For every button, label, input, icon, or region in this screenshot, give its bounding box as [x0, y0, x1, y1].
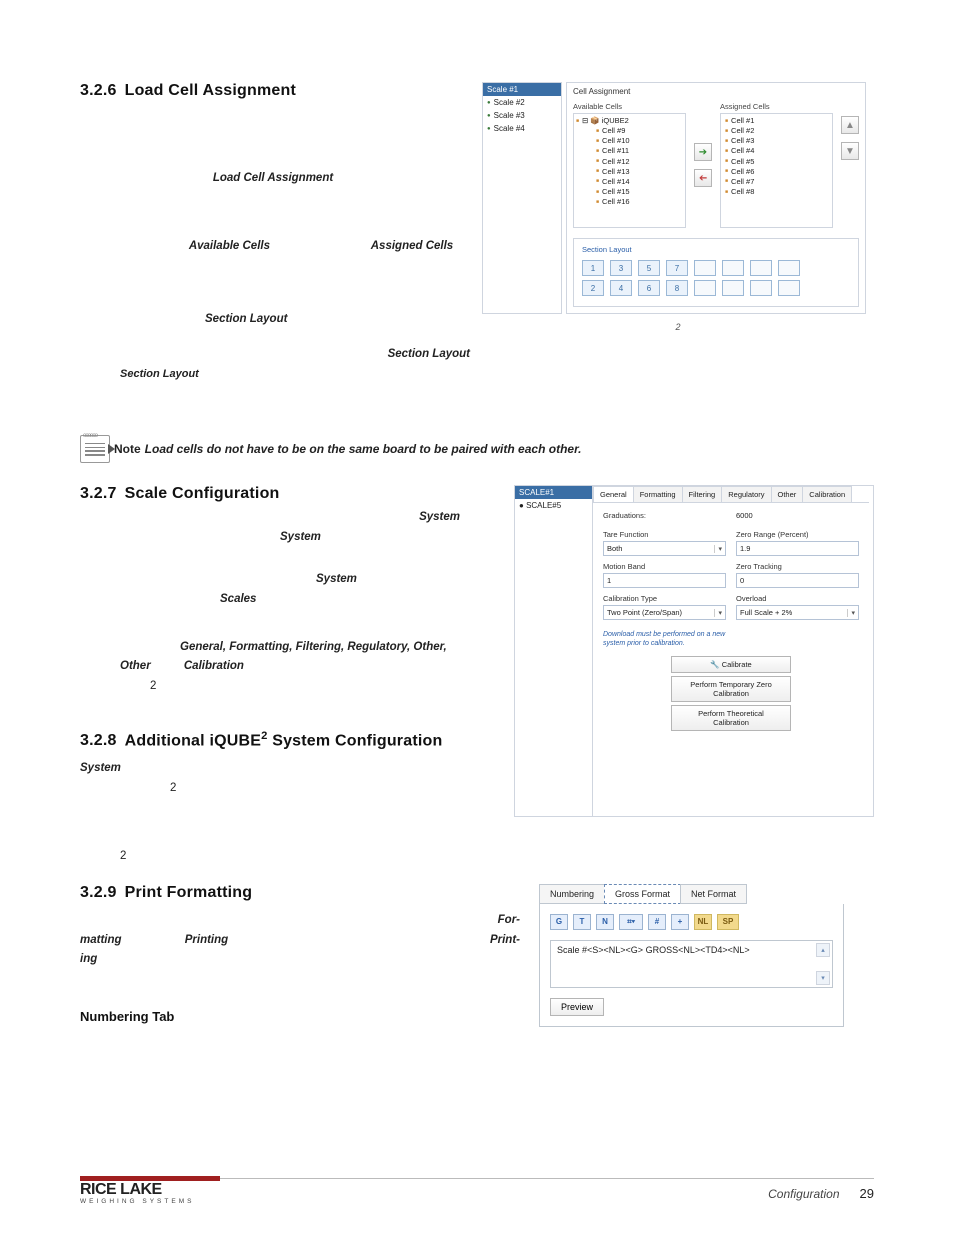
move-up-button[interactable]: ▲: [841, 116, 859, 134]
layout-cell[interactable]: [722, 280, 744, 296]
page-footer: RICE LAKE WEIGHING SYSTEMS Configuration…: [80, 1178, 874, 1205]
token-sp-button[interactable]: SP: [717, 914, 739, 930]
scroll-down-icon[interactable]: ▾: [816, 971, 830, 985]
tab-general[interactable]: General: [593, 486, 634, 502]
scale-item-hdr[interactable]: SCALE#1: [515, 486, 592, 499]
cell-assignment-panel: Cell Assignment Available Cells ⊟ 📦 iQUB…: [566, 82, 866, 314]
scale-item-hdr[interactable]: Scale #1: [483, 83, 561, 96]
available-cells-list[interactable]: ⊟ 📦 iQUBE2 Cell #9 Cell #10 Cell #11 Cel…: [573, 113, 686, 228]
layout-cell[interactable]: 3: [610, 260, 632, 276]
assigned-cells-list[interactable]: Cell #1 Cell #2 Cell #3 Cell #4 Cell #5 …: [720, 113, 833, 228]
move-down-button[interactable]: ▼: [841, 142, 859, 160]
tab-calibration[interactable]: Calibration: [802, 486, 852, 502]
scale-config-panel: SCALE#1 ● SCALE#5 General Formatting Fil…: [514, 485, 874, 817]
tab-net-format[interactable]: Net Format: [680, 884, 747, 904]
scale-item[interactable]: Scale #3: [483, 109, 561, 122]
layout-cell[interactable]: [750, 280, 772, 296]
ztrack-input[interactable]: 0: [736, 573, 859, 588]
caltype-select[interactable]: Two Point (Zero/Span): [603, 605, 726, 620]
tab-formatting[interactable]: Formatting: [633, 486, 683, 502]
layout-cell[interactable]: 4: [610, 280, 632, 296]
token-g-button[interactable]: G: [550, 914, 568, 930]
format-textarea[interactable]: Scale #<S><NL><G> GROSS<NL><TD4><NL> ▴ ▾: [550, 940, 833, 988]
available-cells-label: Available Cells: [573, 102, 686, 111]
layout-cell[interactable]: 5: [638, 260, 660, 276]
layout-cell[interactable]: 2: [582, 280, 604, 296]
layout-cell[interactable]: 1: [582, 260, 604, 276]
token-n-button[interactable]: N: [596, 914, 614, 930]
layout-cell[interactable]: 6: [638, 280, 660, 296]
assigned-cells-label: Assigned Cells: [720, 102, 833, 111]
section-layout-box: Section Layout 1 3 5 7 2: [573, 238, 859, 307]
tab-regulatory[interactable]: Regulatory: [721, 486, 771, 502]
panel-title: Cell Assignment: [573, 87, 859, 96]
figure-caption: 2: [482, 322, 874, 332]
layout-cell[interactable]: [750, 260, 772, 276]
calibrate-button[interactable]: 🔧 Calibrate: [671, 656, 791, 673]
token-t-button[interactable]: T: [573, 914, 591, 930]
note-row: oooooo Note Load cells do not have to be…: [80, 435, 874, 463]
token-hash-button[interactable]: #: [648, 914, 666, 930]
print-format-panel: Numbering Gross Format Net Format G T N …: [539, 884, 844, 1027]
token-grid-button[interactable]: ⌗▾: [619, 914, 643, 930]
note-icon: oooooo: [80, 435, 110, 463]
zero-range-input[interactable]: 1.9: [736, 541, 859, 556]
tab-filtering[interactable]: Filtering: [682, 486, 723, 502]
overload-select[interactable]: Full Scale + 2%: [736, 605, 859, 620]
token-plus-button[interactable]: +: [671, 914, 689, 930]
tab-numbering[interactable]: Numbering: [539, 884, 605, 904]
temp-zero-button[interactable]: Perform Temporary Zero Calibration: [671, 676, 791, 702]
layout-cell[interactable]: [722, 260, 744, 276]
layout-cell[interactable]: [778, 260, 800, 276]
move-right-button[interactable]: ➔: [694, 143, 712, 161]
scales-list: Scale #1 Scale #2 Scale #3 Scale #4: [482, 82, 562, 314]
preview-button[interactable]: Preview: [550, 998, 604, 1016]
theoretical-button[interactable]: Perform Theoretical Calibration: [671, 705, 791, 731]
tab-other[interactable]: Other: [771, 486, 804, 502]
token-nl-button[interactable]: NL: [694, 914, 712, 930]
tare-select[interactable]: Both: [603, 541, 726, 556]
scale-item[interactable]: Scale #4: [483, 122, 561, 135]
layout-cell[interactable]: 7: [666, 260, 688, 276]
tabs: General Formatting Filtering Regulatory …: [593, 486, 869, 503]
scale-item[interactable]: Scale #2: [483, 96, 561, 109]
logo: RICE LAKE WEIGHING SYSTEMS: [80, 1183, 194, 1205]
tab-gross-format[interactable]: Gross Format: [604, 884, 681, 904]
layout-cell[interactable]: [778, 280, 800, 296]
scroll-up-icon[interactable]: ▴: [816, 943, 830, 957]
layout-cell[interactable]: [694, 260, 716, 276]
layout-cell[interactable]: [694, 280, 716, 296]
motion-input[interactable]: 1: [603, 573, 726, 588]
scale-item[interactable]: ● SCALE#5: [515, 499, 592, 512]
move-left-button[interactable]: ➔: [694, 169, 712, 187]
layout-cell[interactable]: 8: [666, 280, 688, 296]
